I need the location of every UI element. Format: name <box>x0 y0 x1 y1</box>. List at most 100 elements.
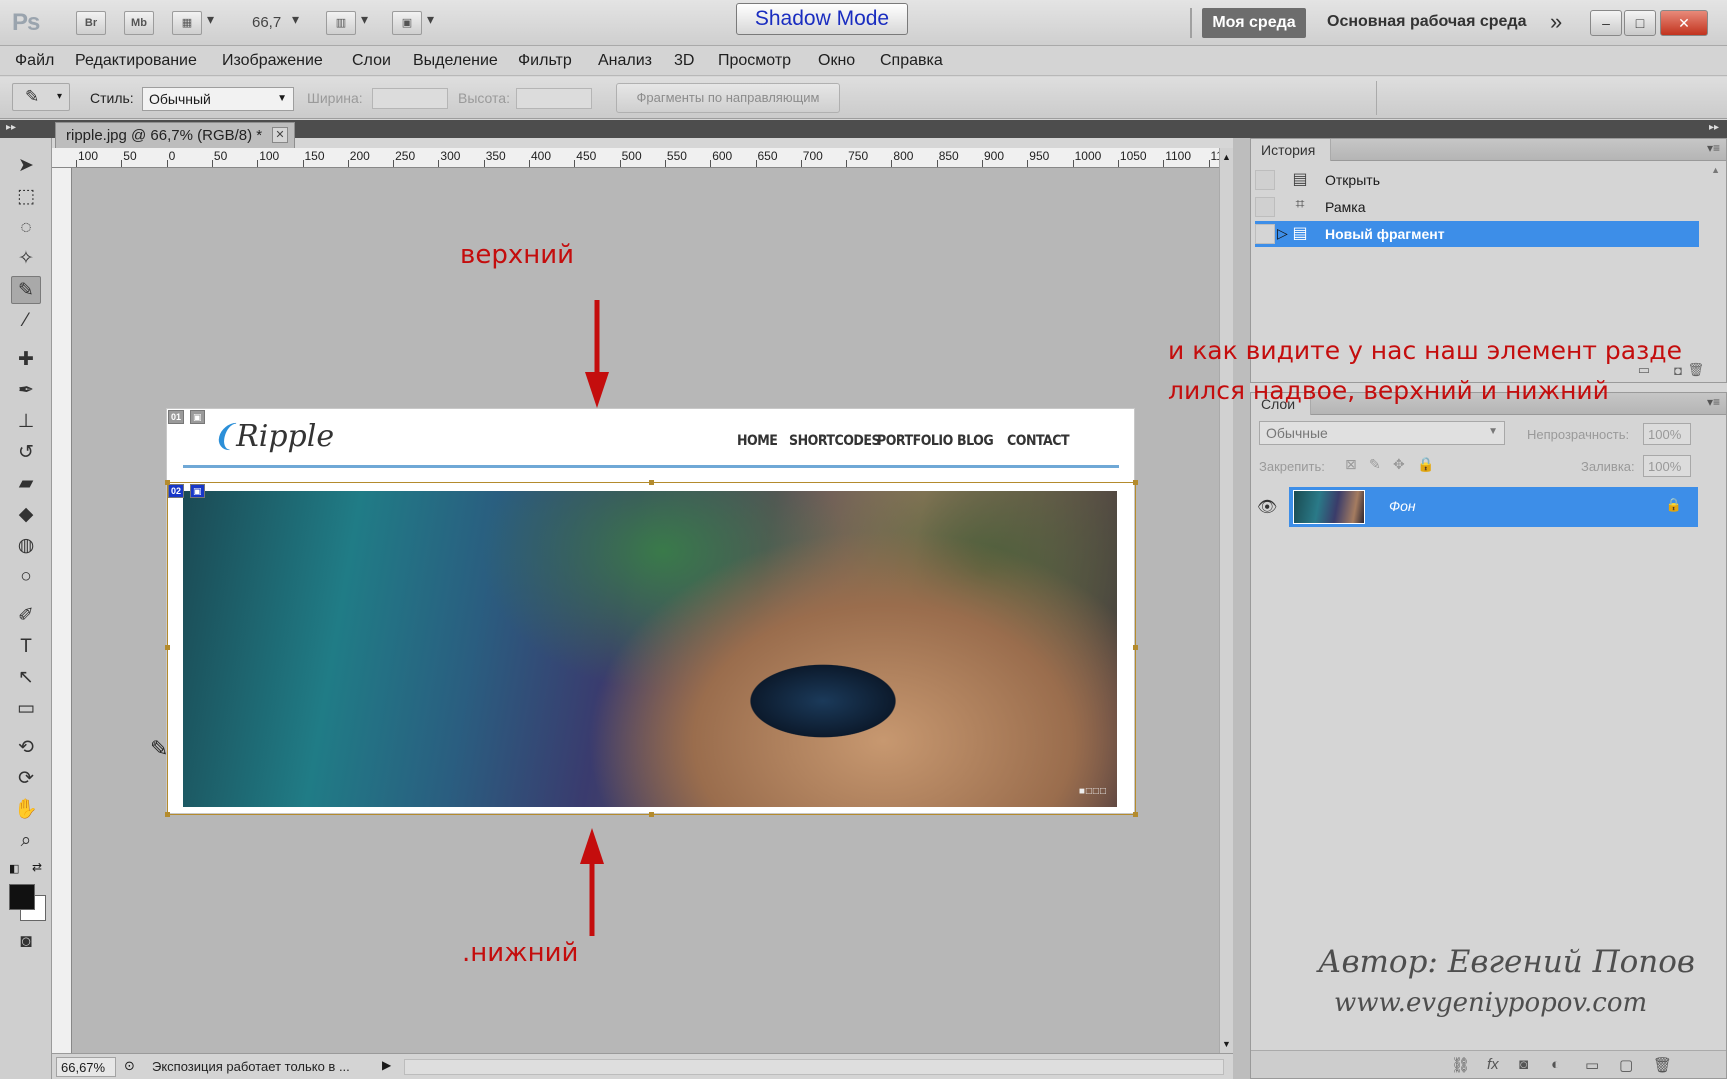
slice-01-badge[interactable]: 01 <box>168 410 185 424</box>
eye-icon[interactable]: 👁 <box>1257 497 1277 517</box>
screen-mode-button[interactable]: ▣ <box>392 11 422 35</box>
restore-button[interactable]: □ <box>1624 10 1656 36</box>
slices-from-guides-button[interactable]: Фрагменты по направляющим <box>616 83 840 113</box>
3d-orbit-tool-icon[interactable]: ⟳ <box>11 765 41 793</box>
snapshot-checkbox[interactable] <box>1255 197 1275 217</box>
more-workspaces-icon[interactable]: » <box>1550 9 1562 35</box>
lock-all-icon[interactable]: 🔒 <box>1417 456 1434 473</box>
horizontal-scrollbar[interactable] <box>404 1059 1224 1075</box>
foreground-color-swatch[interactable] <box>9 884 35 910</box>
marquee-tool-icon[interactable]: ⬚ <box>11 183 41 211</box>
minimize-button[interactable]: – <box>1590 10 1622 36</box>
chevron-down-icon[interactable]: ▾ <box>292 11 299 28</box>
eyedropper-tool-icon[interactable]: ⁄ <box>11 307 41 335</box>
blend-mode-select[interactable]: Обычные ▼ <box>1259 421 1505 445</box>
document-tab[interactable]: ripple.jpg @ 66,7% (RGB/8) * <box>55 122 295 148</box>
slice-tool-icon[interactable]: ✎ <box>11 276 41 304</box>
panel-menu-icon[interactable]: ▾≡ <box>1707 395 1720 409</box>
lock-pixels-icon[interactable]: ✎ <box>1369 456 1381 473</box>
menu-edit[interactable]: Редактирование <box>75 52 197 70</box>
workspace-my-button[interactable]: Моя среда <box>1202 8 1306 38</box>
panel-menu-icon[interactable]: ▾≡ <box>1707 141 1720 155</box>
slice-handle[interactable] <box>165 480 170 485</box>
height-input[interactable] <box>516 88 592 109</box>
path-selection-tool-icon[interactable]: ↖ <box>11 664 41 692</box>
history-item[interactable]: ▤ Открыть <box>1255 167 1699 193</box>
zoom-tool-icon[interactable]: ⌕ <box>11 827 41 855</box>
new-layer-icon[interactable]: ▢ <box>1619 1056 1633 1074</box>
slice-handle[interactable] <box>1133 645 1138 650</box>
chevron-down-icon[interactable]: ▾ <box>427 11 434 28</box>
3d-rotate-tool-icon[interactable]: ⟲ <box>11 734 41 762</box>
quick-select-tool-icon[interactable]: ✧ <box>11 245 41 273</box>
expand-icon[interactable]: ▸▸ <box>6 122 16 133</box>
layer-row[interactable]: Фон 🔒 <box>1289 487 1698 527</box>
slice-handle[interactable] <box>165 645 170 650</box>
chevron-down-icon[interactable]: ▾ <box>361 11 368 28</box>
style-select[interactable]: Обычный ▼ <box>142 87 294 111</box>
history-item[interactable]: ⌗ Рамка <box>1255 194 1699 220</box>
type-tool-icon[interactable]: T <box>11 633 41 661</box>
slice-02-badge[interactable]: 02 <box>168 484 185 498</box>
view-extras-button[interactable]: ▦ <box>172 11 202 35</box>
hand-tool-icon[interactable]: ✋ <box>11 796 41 824</box>
collapse-icon[interactable]: ▸▸ <box>1709 122 1719 133</box>
adjustment-layer-icon[interactable]: ◐ <box>1551 1056 1560 1073</box>
vertical-scrollbar[interactable]: ▲ ▼ <box>1219 148 1233 1053</box>
scroll-down-icon[interactable]: ▼ <box>1222 1039 1231 1049</box>
menu-window[interactable]: Окно <box>818 52 855 70</box>
slice-handle[interactable] <box>165 812 170 817</box>
menu-image[interactable]: Изображение <box>222 52 323 70</box>
blur-tool-icon[interactable]: ◍ <box>11 532 41 560</box>
close-icon[interactable]: ✕ <box>272 127 288 143</box>
add-mask-icon[interactable]: ◙ <box>1519 1056 1528 1073</box>
tool-preset-picker[interactable]: ✎ ▾ <box>12 83 70 111</box>
pen-tool-icon[interactable]: ✐ <box>11 602 41 630</box>
menu-help[interactable]: Справка <box>880 52 943 70</box>
stamp-tool-icon[interactable]: ⊥ <box>11 408 41 436</box>
mini-bridge-button[interactable]: Mb <box>124 11 154 35</box>
slice-handle[interactable] <box>649 812 654 817</box>
menu-filter[interactable]: Фильтр <box>518 52 572 70</box>
lock-position-icon[interactable]: ✥ <box>1393 456 1405 473</box>
link-layers-icon[interactable]: ⛓ <box>1451 1056 1470 1074</box>
brush-tool-icon[interactable]: ✒ <box>11 377 41 405</box>
move-tool-icon[interactable]: ➤ <box>11 152 41 180</box>
menu-analysis[interactable]: Анализ <box>598 52 652 70</box>
slice-handle[interactable] <box>1133 480 1138 485</box>
swap-colors-icon[interactable]: ⇄ <box>32 860 42 874</box>
chevron-down-icon[interactable]: ▾ <box>207 11 214 28</box>
new-snapshot-icon[interactable]: ◘ <box>1674 363 1682 378</box>
rectangle-tool-icon[interactable]: ▭ <box>11 695 41 723</box>
opacity-input[interactable]: 100% <box>1643 423 1691 445</box>
snapshot-checkbox[interactable] <box>1255 170 1275 190</box>
zoom-field[interactable]: 66,67% <box>56 1057 116 1077</box>
close-button[interactable]: ✕ <box>1660 10 1708 36</box>
snapshot-checkbox[interactable] <box>1255 224 1275 244</box>
quick-mask-icon[interactable]: ◙ <box>11 928 41 956</box>
tab-history[interactable]: История <box>1251 139 1331 161</box>
history-brush-tool-icon[interactable]: ↺ <box>11 439 41 467</box>
delete-state-icon[interactable]: 🗑 <box>1687 362 1704 378</box>
arrange-documents-button[interactable]: ▥ <box>326 11 356 35</box>
slice-handle[interactable] <box>649 480 654 485</box>
eraser-tool-icon[interactable]: ▰ <box>11 470 41 498</box>
history-item-selected[interactable]: ▷ ▤ Новый фрагмент <box>1255 221 1699 247</box>
selected-slice-border[interactable] <box>167 482 1136 815</box>
layer-style-icon[interactable]: fx <box>1487 1056 1499 1073</box>
fill-input[interactable]: 100% <box>1643 455 1691 477</box>
scroll-up-icon[interactable]: ▲ <box>1222 152 1231 162</box>
workspace-essentials-button[interactable]: Основная рабочая среда <box>1327 13 1526 31</box>
scroll-up-icon[interactable]: ▲ <box>1711 165 1720 175</box>
menu-layers[interactable]: Слои <box>352 52 391 70</box>
menu-select[interactable]: Выделение <box>413 52 498 70</box>
bridge-button[interactable]: Br <box>76 11 106 35</box>
new-group-icon[interactable]: ▭ <box>1585 1056 1599 1074</box>
menu-view[interactable]: Просмотр <box>718 52 791 70</box>
default-colors-icon[interactable]: ◧ <box>9 862 19 875</box>
slice-handle[interactable] <box>1133 812 1138 817</box>
status-menu-icon[interactable]: ▶ <box>382 1058 391 1072</box>
lasso-tool-icon[interactable]: ◌ <box>11 214 41 242</box>
menu-file[interactable]: Файл <box>15 52 54 70</box>
dodge-tool-icon[interactable]: ○ <box>11 563 41 591</box>
